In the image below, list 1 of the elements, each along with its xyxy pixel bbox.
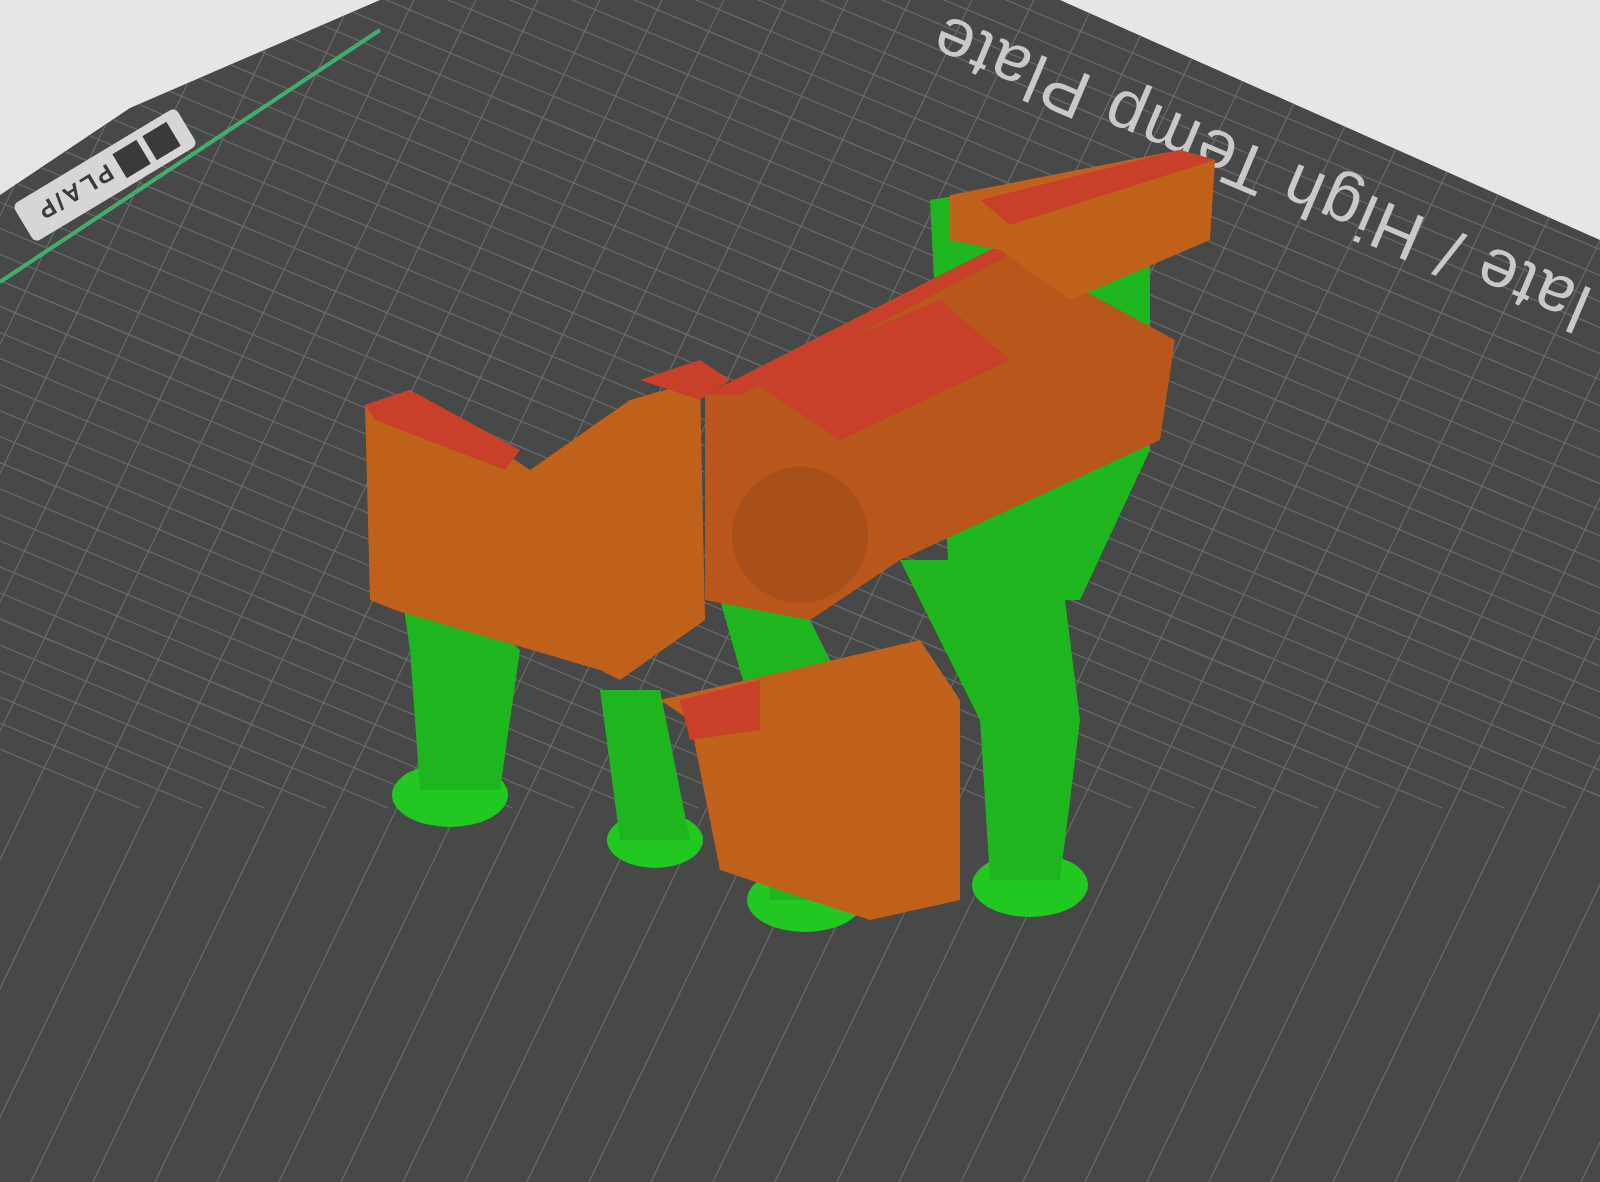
plate-name: late / High Temp Plate (919, 0, 1600, 348)
